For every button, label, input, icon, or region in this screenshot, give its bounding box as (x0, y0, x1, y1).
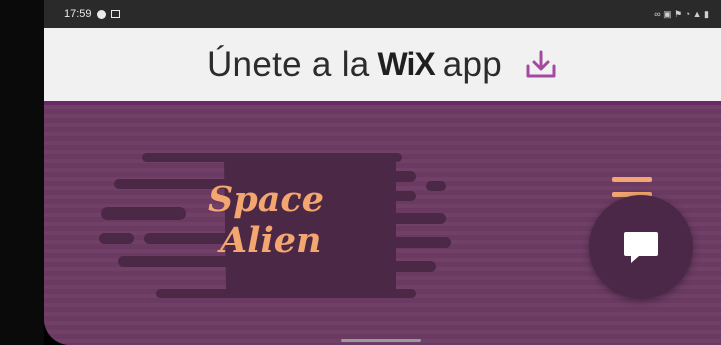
join-app-banner[interactable]: Únete a la WiX app (44, 28, 721, 105)
download-icon[interactable] (524, 50, 558, 80)
logo-text-alien: Alien (220, 220, 322, 261)
status-bar-left: 17:59 (64, 8, 120, 20)
chat-icon (624, 232, 658, 263)
banner-suffix: app (442, 44, 502, 84)
image-notification-icon (110, 10, 120, 18)
status-icons: ∞ ▣ ⚑ ◔ ▲ ▮ (654, 8, 709, 19)
status-bar: 17:59 ∞ ▣ ⚑ ◔ ▲ ▮ (44, 0, 721, 28)
phone-screen: 17:59 ∞ ▣ ⚑ ◔ ▲ ▮ Únete a la WiX app Spa… (44, 0, 721, 345)
notification-icon (96, 9, 106, 19)
home-indicator[interactable] (341, 339, 421, 342)
wix-logo: WiX (377, 46, 436, 82)
logo-text-space: Space (208, 179, 325, 220)
device-bezel (0, 0, 44, 345)
chat-button[interactable] (589, 195, 693, 299)
banner-prefix: Únete a la (206, 44, 370, 84)
status-bar-right: ∞ ▣ ⚑ ◔ ▲ ▮ (654, 9, 709, 20)
status-time: 17:59 (64, 8, 92, 20)
